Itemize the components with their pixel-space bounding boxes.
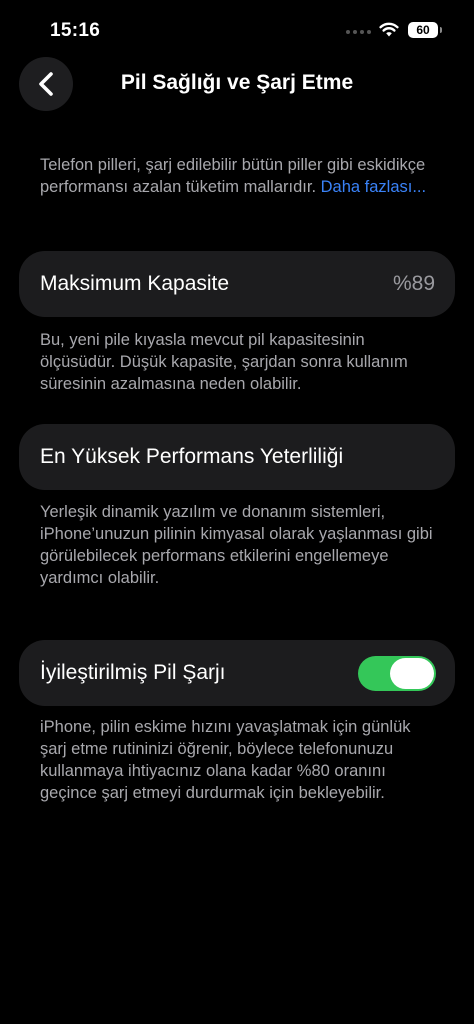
max-capacity-value: %89 — [392, 272, 435, 295]
toggle-knob — [390, 658, 434, 689]
peak-performance-label: En Yüksek Performans Yeterliliği — [40, 445, 344, 468]
more-info-link[interactable]: Daha fazlası... — [321, 178, 426, 196]
back-button[interactable] — [19, 57, 73, 111]
optimized-charging-toggle[interactable] — [358, 656, 436, 691]
optimized-charging-description: iPhone, pilin eskime hızını yavaşlatmak … — [40, 718, 411, 802]
max-capacity-description: Bu, yeni pile kıyasla mevcut pil kapasit… — [40, 331, 408, 393]
cellular-signal-icon — [346, 30, 371, 34]
optimized-charging-row: İyileştirilmiş Pil Şarjı — [19, 640, 455, 706]
battery-health-screen: 15:16 60 Pil Sağlığı ve Şarj Etme Telefo… — [0, 0, 474, 1024]
intro-description: Telefon pilleri, şarj edilebilir bütün p… — [40, 154, 440, 198]
max-capacity-row: Maksimum Kapasite %89 — [19, 251, 455, 317]
page-title: Pil Sağlığı ve Şarj Etme — [120, 71, 354, 94]
chevron-left-icon — [39, 72, 53, 96]
battery-icon: 60 — [408, 22, 442, 38]
peak-performance-row: En Yüksek Performans Yeterliliği — [19, 424, 455, 490]
status-time: 15:16 — [50, 20, 101, 41]
wifi-icon — [379, 22, 399, 37]
status-bar: 15:16 60 — [0, 0, 474, 60]
max-capacity-label: Maksimum Kapasite — [40, 272, 230, 295]
optimized-charging-label: İyileştirilmiş Pil Şarjı — [40, 661, 226, 684]
peak-performance-description: Yerleşik dinamik yazılım ve donanım sist… — [40, 503, 433, 587]
